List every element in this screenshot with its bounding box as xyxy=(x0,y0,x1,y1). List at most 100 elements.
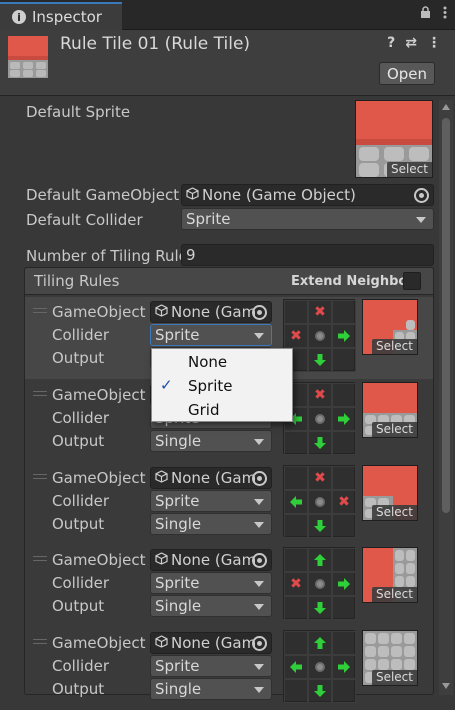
neighbor-cell[interactable] xyxy=(284,631,308,655)
drag-handle-icon[interactable] xyxy=(33,474,47,482)
select-button[interactable]: Select xyxy=(386,162,432,177)
arrow-down-icon[interactable] xyxy=(308,679,332,703)
cube-icon xyxy=(155,634,168,652)
rule-gameobject-field[interactable]: None (Gam xyxy=(150,549,272,571)
neighbor-cell[interactable] xyxy=(332,431,356,455)
scrollbar-thumb[interactable] xyxy=(442,118,450,513)
help-icon[interactable]: ? xyxy=(387,35,395,51)
scroll-up-icon[interactable] xyxy=(442,104,450,110)
neighbor-cell[interactable] xyxy=(284,679,308,703)
arrow-left-icon[interactable] xyxy=(284,655,308,679)
neighbor-cell[interactable] xyxy=(332,348,356,372)
rule-sprite-field[interactable]: Select xyxy=(362,465,418,521)
arrow-down-icon[interactable] xyxy=(308,348,332,372)
default-gameobject-field[interactable]: None (Game Object) xyxy=(181,184,434,206)
drag-handle-icon[interactable] xyxy=(33,391,47,399)
rule-output-dropdown[interactable]: Single xyxy=(150,678,272,700)
neighbor-cell[interactable] xyxy=(332,383,356,407)
arrow-left-icon[interactable] xyxy=(284,490,308,514)
center-dot-icon[interactable] xyxy=(308,572,332,596)
not-neighbor-icon[interactable]: ✖ xyxy=(284,324,308,348)
neighbor-cell[interactable] xyxy=(284,300,308,324)
center-dot-icon[interactable] xyxy=(308,655,332,679)
drag-handle-icon[interactable] xyxy=(33,639,47,647)
rule-collider-dropdown[interactable]: Sprite xyxy=(150,572,272,594)
rule-collider-dropdown[interactable]: Sprite xyxy=(150,324,272,346)
select-button[interactable]: Select xyxy=(371,587,417,602)
extend-neighbor-checkbox[interactable] xyxy=(403,272,421,290)
number-of-rules-field[interactable]: 9 xyxy=(181,244,434,266)
object-picker-icon[interactable] xyxy=(414,188,429,203)
more-menu-icon[interactable] xyxy=(443,6,447,23)
arrow-down-icon[interactable] xyxy=(308,431,332,455)
rule-sprite-field[interactable]: Select xyxy=(362,299,418,355)
not-neighbor-icon[interactable]: ✖ xyxy=(308,466,332,490)
rule-output-dropdown[interactable]: Single xyxy=(150,595,272,617)
arrow-up-icon[interactable] xyxy=(308,548,332,572)
arrow-right-icon[interactable] xyxy=(332,655,356,679)
rule-gameobject-field[interactable]: None (Gam xyxy=(150,467,272,489)
neighbor-cell[interactable] xyxy=(332,631,356,655)
open-button[interactable]: Open xyxy=(379,62,435,85)
rule-collider-dropdown[interactable]: Sprite xyxy=(150,490,272,512)
not-neighbor-icon[interactable]: ✖ xyxy=(308,300,332,324)
default-collider-dropdown[interactable]: Sprite xyxy=(181,208,434,230)
not-neighbor-icon[interactable]: ✖ xyxy=(284,572,308,596)
neighbor-cell[interactable] xyxy=(284,431,308,455)
rule-output-dropdown[interactable]: Single xyxy=(150,430,272,452)
lock-icon[interactable] xyxy=(420,6,431,23)
arrow-right-icon[interactable] xyxy=(332,572,356,596)
arrow-down-icon[interactable] xyxy=(308,596,332,620)
object-picker-icon[interactable] xyxy=(252,305,267,320)
tab-inspector[interactable]: i Inspector xyxy=(0,2,122,30)
rule-gameobject-field[interactable]: None (Gam xyxy=(150,301,272,323)
default-sprite-field[interactable]: Select xyxy=(355,100,433,178)
tab-label: Inspector xyxy=(32,8,102,26)
center-dot-icon[interactable] xyxy=(308,407,332,431)
arrow-right-icon[interactable] xyxy=(332,407,356,431)
neighbor-cell[interactable] xyxy=(284,596,308,620)
preset-icon[interactable]: ⇄ xyxy=(405,35,417,51)
scroll-down-icon[interactable] xyxy=(442,683,450,689)
rule-sprite-field[interactable]: Select xyxy=(362,382,418,438)
object-picker-icon[interactable] xyxy=(252,553,267,568)
center-dot-icon[interactable] xyxy=(308,324,332,348)
neighbor-cell[interactable] xyxy=(332,300,356,324)
not-neighbor-icon[interactable]: ✖ xyxy=(332,490,356,514)
rule-output-dropdown[interactable]: Single xyxy=(150,513,272,535)
rule-collider-dropdown[interactable]: Sprite xyxy=(150,655,272,677)
neighbor-cell[interactable] xyxy=(284,466,308,490)
arrow-right-icon[interactable] xyxy=(332,324,356,348)
select-button[interactable]: Select xyxy=(371,670,417,685)
select-button[interactable]: Select xyxy=(371,505,417,520)
drag-handle-icon[interactable] xyxy=(33,556,47,564)
rule-sprite-field[interactable]: Select xyxy=(362,547,418,603)
center-dot-icon[interactable] xyxy=(308,490,332,514)
rule-gameobject-field[interactable]: None (Gam xyxy=(150,632,272,654)
neighbor-cell[interactable] xyxy=(332,548,356,572)
neighbor-cell[interactable] xyxy=(332,679,356,703)
neighbor-cell[interactable] xyxy=(284,514,308,538)
neighbor-cell[interactable] xyxy=(284,548,308,572)
chevron-down-icon xyxy=(254,664,264,670)
neighbor-cell[interactable] xyxy=(332,466,356,490)
output-value: Single xyxy=(155,597,202,615)
not-neighbor-icon[interactable]: ✖ xyxy=(308,383,332,407)
neighbor-grid: ✖ xyxy=(283,382,356,455)
object-picker-icon[interactable] xyxy=(252,636,267,651)
drag-handle-icon[interactable] xyxy=(33,308,47,316)
select-button[interactable]: Select xyxy=(371,339,417,354)
scrollbar[interactable] xyxy=(439,100,453,695)
neighbor-cell[interactable] xyxy=(332,596,356,620)
menu-item-grid[interactable]: Grid xyxy=(188,401,219,419)
arrow-up-icon[interactable] xyxy=(308,631,332,655)
cube-icon xyxy=(186,186,199,204)
object-picker-icon[interactable] xyxy=(252,471,267,486)
menu-item-none[interactable]: None xyxy=(188,353,227,371)
more-menu-icon[interactable]: ⋮ xyxy=(427,35,441,51)
arrow-down-icon[interactable] xyxy=(308,514,332,538)
select-button[interactable]: Select xyxy=(371,422,417,437)
rule-sprite-field[interactable]: Select xyxy=(362,630,418,686)
neighbor-cell[interactable] xyxy=(332,514,356,538)
menu-item-sprite[interactable]: Sprite xyxy=(188,377,233,395)
